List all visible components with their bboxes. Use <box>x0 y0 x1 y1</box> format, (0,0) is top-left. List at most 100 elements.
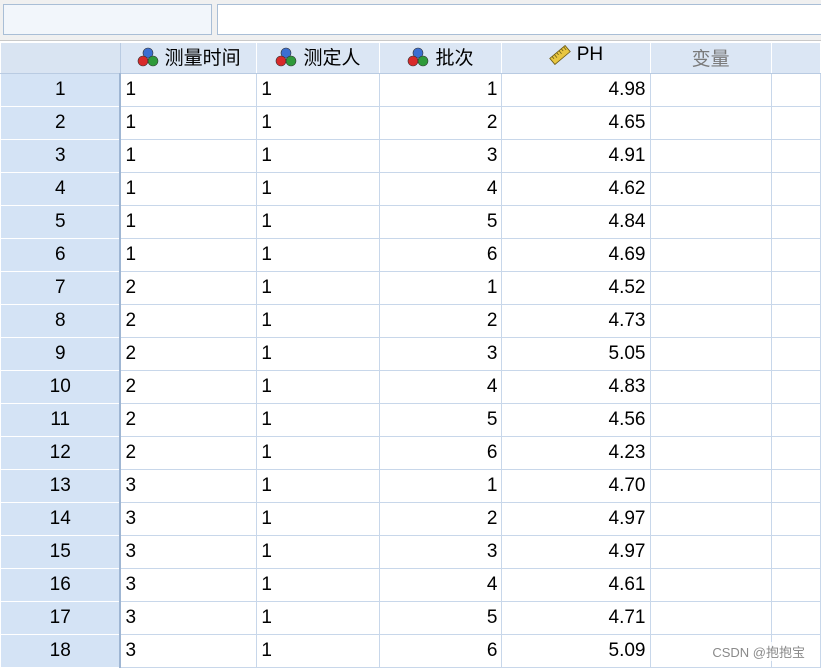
data-cell[interactable]: 4.23 <box>501 436 651 470</box>
data-cell[interactable]: 2 <box>379 304 503 338</box>
row-number-header[interactable]: 17 <box>0 600 122 635</box>
data-cell[interactable] <box>650 271 772 305</box>
row-number-header[interactable]: 18 <box>0 633 122 668</box>
row-number-header[interactable]: 5 <box>0 204 122 239</box>
data-cell[interactable]: 4.61 <box>501 568 651 602</box>
data-cell[interactable]: 1 <box>120 139 258 173</box>
column-header-extra[interactable] <box>771 43 821 74</box>
data-cell[interactable]: 1 <box>256 172 380 206</box>
data-cell[interactable] <box>771 535 821 569</box>
data-cell[interactable]: 4.83 <box>501 370 651 404</box>
data-cell[interactable]: 4.97 <box>501 502 651 536</box>
data-cell[interactable]: 1 <box>256 601 380 635</box>
data-cell[interactable]: 3 <box>120 535 258 569</box>
column-header-1[interactable]: 测量时间 <box>120 43 258 74</box>
data-cell[interactable] <box>650 568 772 602</box>
data-cell[interactable]: 4.91 <box>501 139 651 173</box>
data-cell[interactable]: 2 <box>379 106 503 140</box>
data-cell[interactable] <box>771 469 821 503</box>
data-cell[interactable]: 1 <box>256 436 380 470</box>
data-cell[interactable] <box>771 73 821 107</box>
column-header-4[interactable]: PH <box>501 43 651 74</box>
data-cell[interactable] <box>771 502 821 536</box>
data-cell[interactable] <box>650 304 772 338</box>
data-cell[interactable]: 6 <box>379 238 503 272</box>
data-cell[interactable]: 4.97 <box>501 535 651 569</box>
data-cell[interactable]: 1 <box>256 502 380 536</box>
row-number-header[interactable]: 4 <box>0 171 122 206</box>
data-cell[interactable] <box>650 106 772 140</box>
data-cell[interactable]: 3 <box>379 337 503 371</box>
data-cell[interactable]: 3 <box>120 601 258 635</box>
data-cell[interactable]: 5 <box>379 601 503 635</box>
data-cell[interactable]: 4.71 <box>501 601 651 635</box>
data-cell[interactable]: 3 <box>120 634 258 668</box>
data-cell[interactable] <box>771 370 821 404</box>
data-cell[interactable]: 1 <box>120 205 258 239</box>
data-cell[interactable] <box>650 205 772 239</box>
data-cell[interactable]: 1 <box>256 568 380 602</box>
data-cell[interactable]: 2 <box>120 436 258 470</box>
data-cell[interactable]: 1 <box>256 634 380 668</box>
data-cell[interactable]: 4.84 <box>501 205 651 239</box>
data-cell[interactable]: 1 <box>256 205 380 239</box>
data-cell[interactable] <box>771 436 821 470</box>
data-cell[interactable] <box>771 337 821 371</box>
data-cell[interactable]: 1 <box>256 304 380 338</box>
data-cell[interactable]: 6 <box>379 436 503 470</box>
data-cell[interactable]: 2 <box>120 370 258 404</box>
data-cell[interactable]: 3 <box>379 139 503 173</box>
row-number-header[interactable]: 14 <box>0 501 122 536</box>
row-number-header[interactable]: 13 <box>0 468 122 503</box>
column-header-2[interactable]: 测定人 <box>256 43 380 74</box>
data-cell[interactable]: 3 <box>379 535 503 569</box>
data-cell[interactable] <box>771 172 821 206</box>
data-cell[interactable]: 5 <box>379 403 503 437</box>
data-cell[interactable]: 6 <box>379 634 503 668</box>
data-cell[interactable] <box>771 139 821 173</box>
data-cell[interactable] <box>771 238 821 272</box>
data-cell[interactable] <box>650 337 772 371</box>
data-cell[interactable]: 1 <box>120 238 258 272</box>
cell-reference-box[interactable] <box>3 4 212 35</box>
data-cell[interactable] <box>650 73 772 107</box>
data-cell[interactable]: 4 <box>379 172 503 206</box>
data-cell[interactable]: 1 <box>256 106 380 140</box>
cell-value-editor[interactable] <box>217 4 821 35</box>
data-cell[interactable] <box>650 535 772 569</box>
data-cell[interactable] <box>650 403 772 437</box>
corner-select-all[interactable] <box>0 43 121 74</box>
data-cell[interactable] <box>771 601 821 635</box>
data-cell[interactable] <box>650 436 772 470</box>
data-cell[interactable]: 4 <box>379 568 503 602</box>
data-cell[interactable]: 2 <box>120 337 258 371</box>
data-cell[interactable]: 1 <box>256 370 380 404</box>
data-cell[interactable]: 1 <box>256 73 380 107</box>
data-cell[interactable]: 4.70 <box>501 469 651 503</box>
data-cell[interactable] <box>650 502 772 536</box>
column-header-3[interactable]: 批次 <box>379 43 503 74</box>
data-cell[interactable]: 4.52 <box>501 271 651 305</box>
data-cell[interactable] <box>771 568 821 602</box>
data-cell[interactable] <box>650 172 772 206</box>
row-number-header[interactable]: 1 <box>0 72 122 107</box>
data-cell[interactable]: 1 <box>256 403 380 437</box>
data-cell[interactable]: 4.73 <box>501 304 651 338</box>
data-cell[interactable]: 1 <box>256 238 380 272</box>
row-number-header[interactable]: 16 <box>0 567 122 602</box>
data-cell[interactable] <box>771 403 821 437</box>
data-cell[interactable] <box>650 139 772 173</box>
data-cell[interactable]: 1 <box>256 337 380 371</box>
data-cell[interactable]: 2 <box>379 502 503 536</box>
data-cell[interactable]: 5.05 <box>501 337 651 371</box>
data-cell[interactable]: 3 <box>120 502 258 536</box>
row-number-header[interactable]: 9 <box>0 336 122 371</box>
data-cell[interactable]: 4.69 <box>501 238 651 272</box>
data-cell[interactable]: 2 <box>120 403 258 437</box>
data-cell[interactable]: 1 <box>256 139 380 173</box>
data-cell[interactable]: 3 <box>120 568 258 602</box>
data-cell[interactable]: 1 <box>379 73 503 107</box>
data-cell[interactable] <box>771 304 821 338</box>
row-number-header[interactable]: 11 <box>0 402 122 437</box>
row-number-header[interactable]: 3 <box>0 138 122 173</box>
